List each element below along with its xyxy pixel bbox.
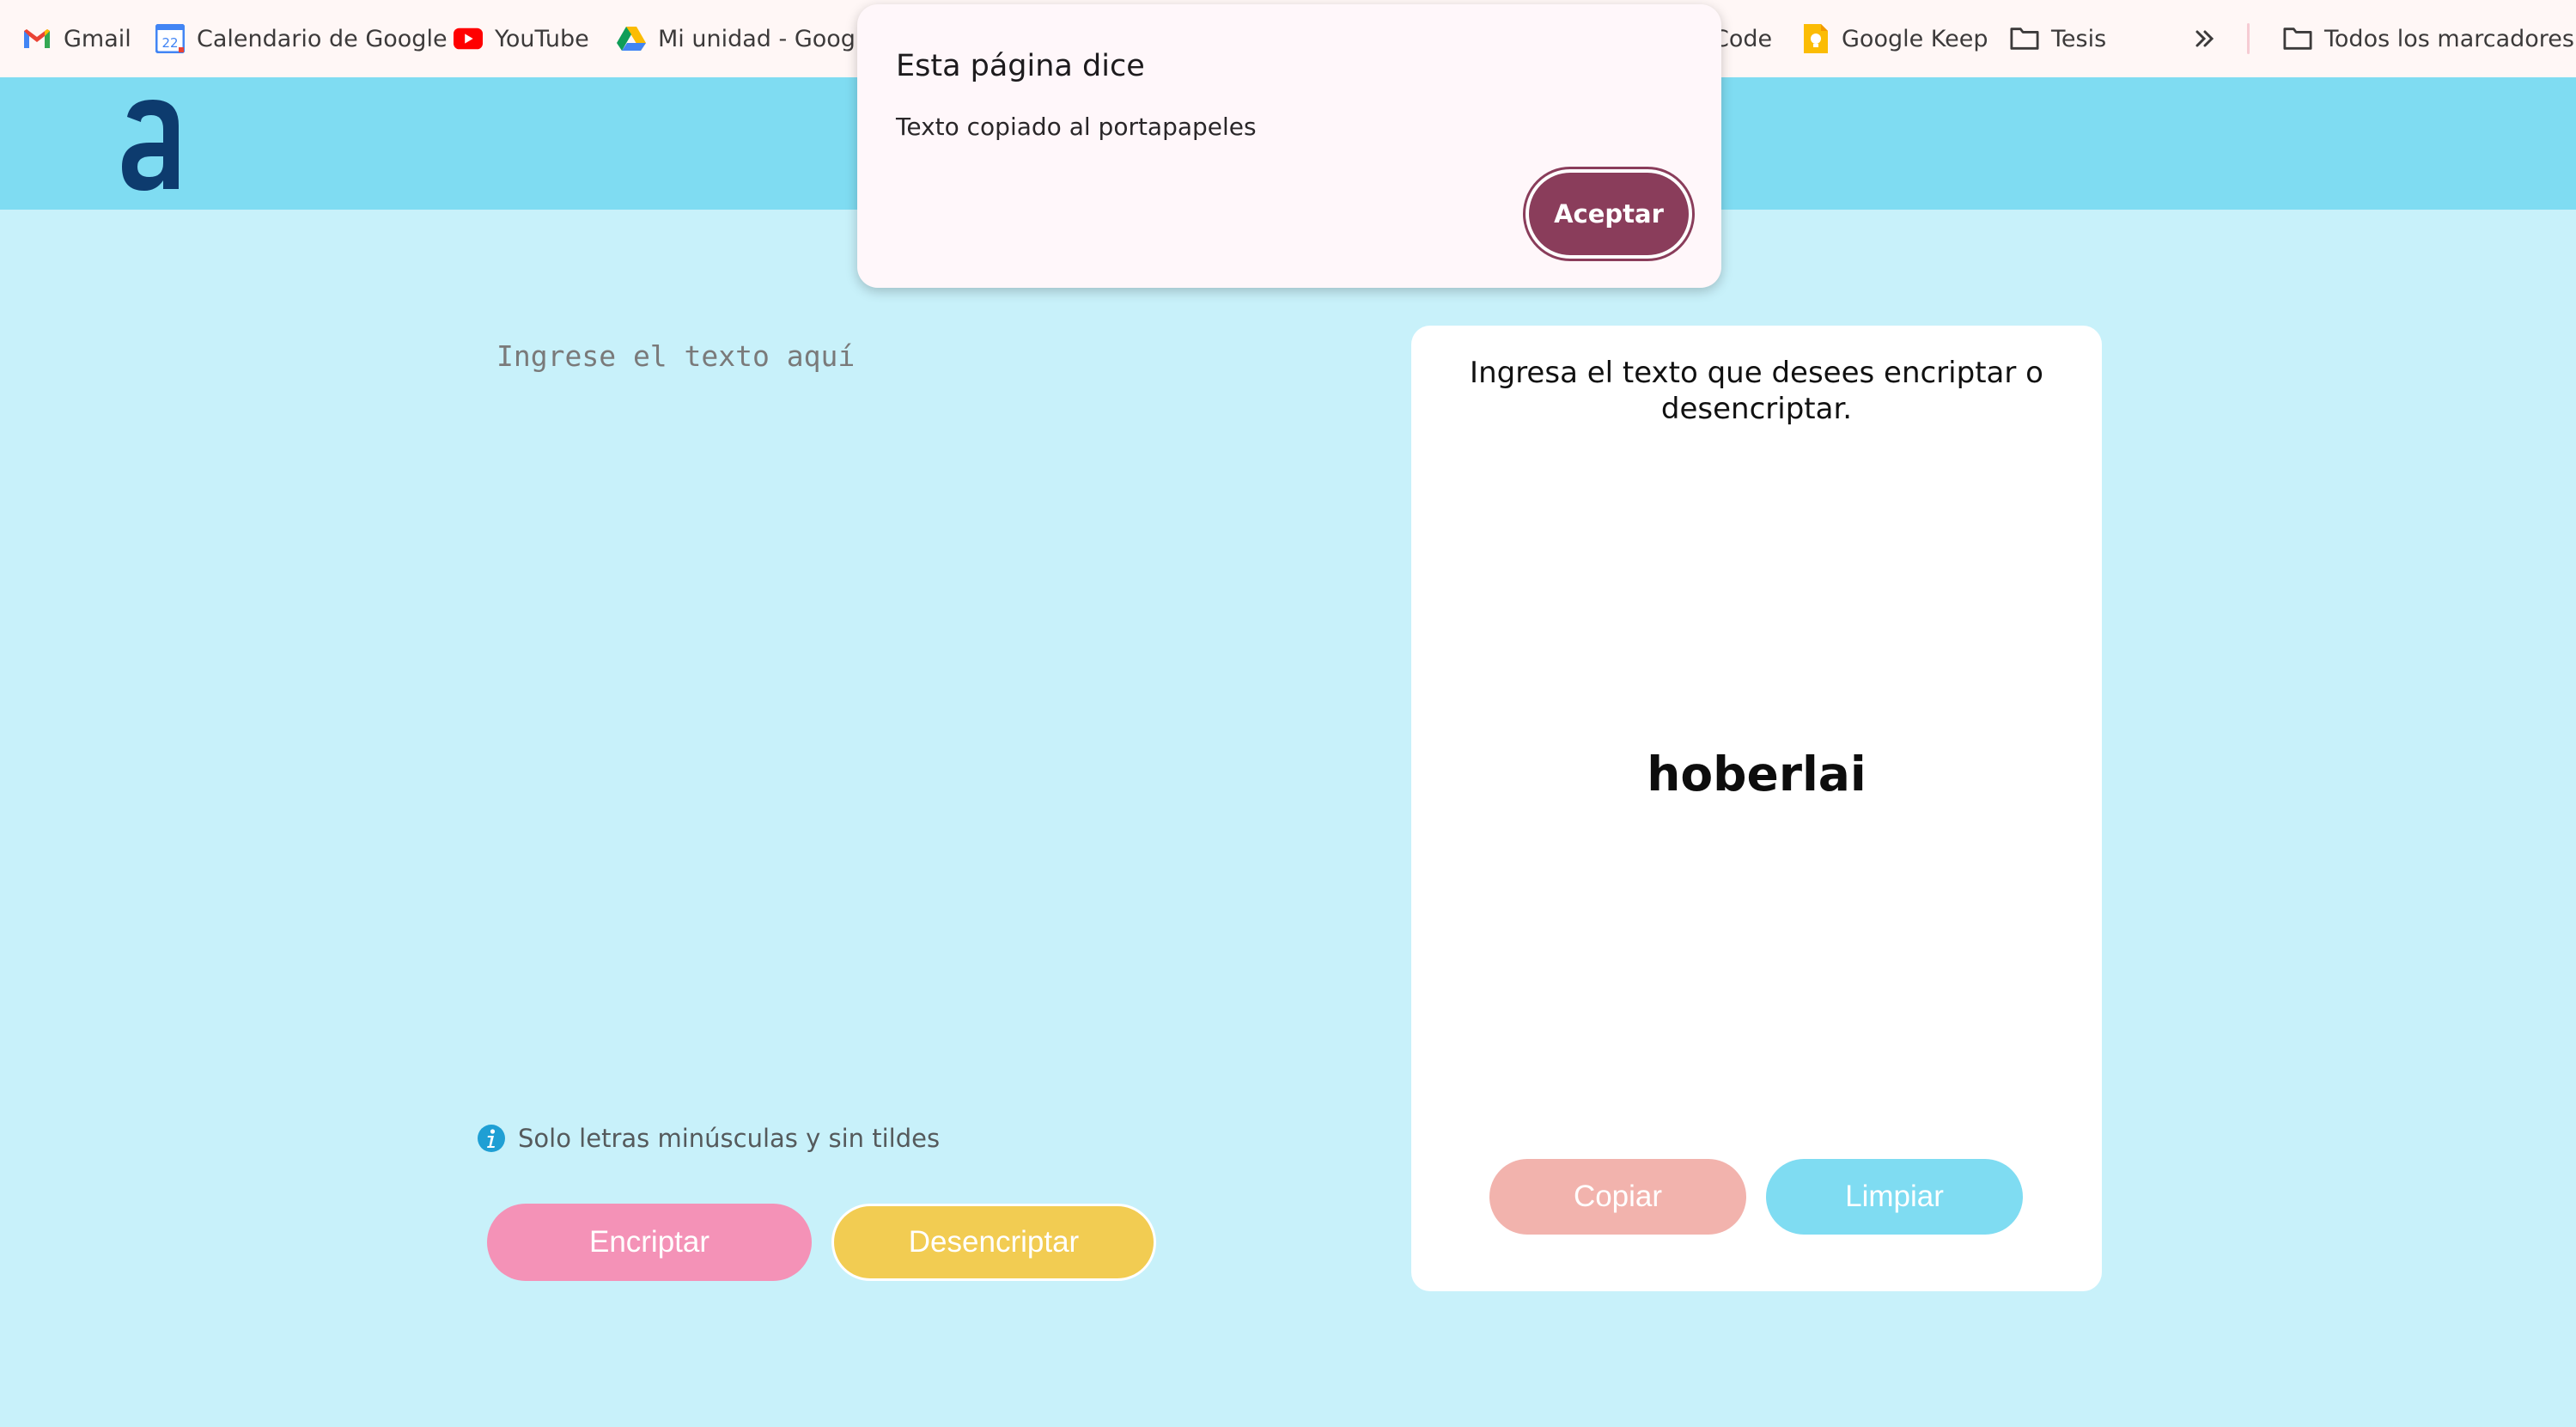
keep-icon [1800, 24, 1830, 53]
bookmark-label: Google Keep [1842, 25, 1988, 52]
text-input[interactable] [496, 339, 1270, 1027]
accept-button[interactable]: Aceptar [1526, 169, 1692, 259]
bookmark-label: Mi unidad - Google [658, 25, 877, 52]
decrypt-button[interactable]: Desencriptar [831, 1204, 1156, 1281]
bookmarks-divider [2247, 23, 2250, 54]
alert-dialog: Esta página dice Texto copiado al portap… [857, 4, 1721, 288]
bookmark-code[interactable]: Code [1713, 0, 1772, 77]
bookmarks-overflow-button[interactable] [2190, 0, 2220, 77]
gmail-icon [22, 24, 52, 53]
bookmark-keep[interactable]: Google Keep [1800, 0, 1988, 77]
double-chevron-icon [2190, 24, 2220, 53]
bookmark-drive[interactable]: Mi unidad - Google [617, 0, 876, 77]
clear-button[interactable]: Limpiar [1766, 1159, 2023, 1235]
bookmark-label: Calendario de Google [197, 25, 448, 52]
bookmark-youtube[interactable]: YouTube [454, 0, 589, 77]
bookmark-label: Gmail [64, 25, 131, 52]
bookmark-calendar[interactable]: 22 Calendario de Google [155, 0, 448, 77]
copy-button[interactable]: Copiar [1489, 1159, 1746, 1235]
input-hint-text: Solo letras minúsculas y sin tildes [518, 1124, 941, 1153]
bookmark-label: Todos los marcadores [2324, 25, 2574, 52]
svg-text:22: 22 [161, 35, 178, 51]
encrypt-button[interactable]: Encriptar [487, 1204, 812, 1281]
alura-logo[interactable] [119, 98, 187, 192]
bookmark-label: YouTube [495, 25, 589, 52]
folder-icon [2010, 24, 2039, 53]
output-result: hoberlai [1647, 747, 1867, 802]
output-message: Ingresa el texto que desees encriptar o … [1470, 356, 2043, 426]
folder-icon [2283, 24, 2312, 53]
output-card: Ingresa el texto que desees encriptar o … [1411, 326, 2102, 1291]
drive-icon [617, 24, 646, 53]
bookmark-tesis[interactable]: Tesis [2010, 0, 2106, 77]
youtube-icon [454, 24, 483, 53]
bookmark-label: Code [1713, 25, 1773, 52]
calendar-icon: 22 [155, 24, 185, 53]
dialog-title: Esta página dice [896, 49, 1145, 83]
bookmark-gmail[interactable]: Gmail [22, 0, 131, 77]
bookmark-label: Tesis [2051, 25, 2107, 52]
dialog-message: Texto copiado al portapapeles [896, 113, 1257, 141]
info-icon [478, 1125, 505, 1152]
input-hint: Solo letras minúsculas y sin tildes [477, 1124, 940, 1153]
bookmark-all-bookmarks[interactable]: Todos los marcadores [2283, 0, 2574, 77]
